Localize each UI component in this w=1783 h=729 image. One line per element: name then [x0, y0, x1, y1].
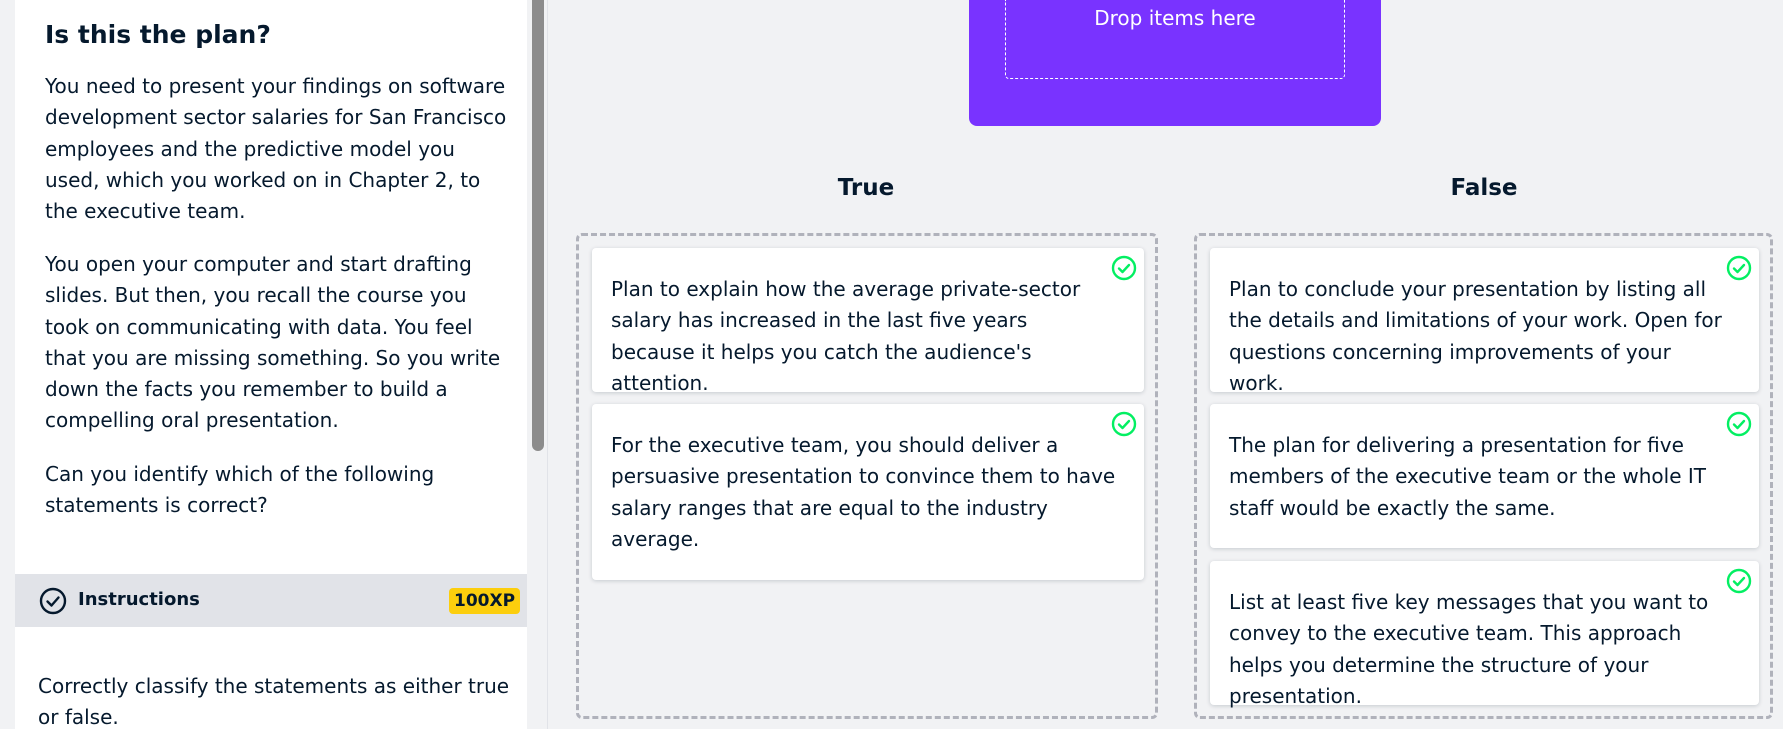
- instructions-header[interactable]: Instructions 100XP: [15, 574, 527, 627]
- drop-zone-label: Drop items here: [1094, 6, 1256, 30]
- exercise-paragraph: You open your computer and start draftin…: [45, 252, 501, 433]
- correct-check-icon: [1111, 411, 1137, 437]
- true-drop-column[interactable]: Plan to explain how the average private-…: [576, 233, 1158, 719]
- statement-text: For the executive team, you should deliv…: [611, 433, 1116, 551]
- exercise-paragraph: You need to present your findings on sof…: [45, 74, 507, 224]
- drop-target[interactable]: Drop items here: [1005, 0, 1345, 79]
- xp-badge: 100XP: [449, 588, 521, 614]
- statement-text: List at least five key messages that you…: [1229, 590, 1709, 708]
- exercise-content: Is this the plan? You need to present yo…: [15, 0, 527, 729]
- check-circle-icon: [39, 587, 67, 615]
- correct-check-icon: [1726, 411, 1752, 437]
- exercise-title: Is this the plan?: [45, 20, 271, 49]
- instructions-text: Correctly classify the statements as eit…: [38, 674, 510, 729]
- drop-zone[interactable]: Drop items here: [969, 0, 1381, 126]
- statement-card[interactable]: The plan for delivering a presentation f…: [1210, 404, 1759, 548]
- correct-check-icon: [1726, 255, 1752, 281]
- false-drop-column[interactable]: Plan to conclude your presentation by li…: [1194, 233, 1773, 719]
- statement-card[interactable]: For the executive team, you should deliv…: [592, 404, 1144, 580]
- statement-text: The plan for delivering a presentation f…: [1229, 433, 1706, 520]
- exercise-panel: Is this the plan? You need to present yo…: [0, 0, 548, 729]
- statement-card[interactable]: Plan to explain how the average private-…: [592, 248, 1144, 395]
- true-column-heading: True: [837, 175, 895, 201]
- correct-check-icon: [1111, 255, 1137, 281]
- statement-card[interactable]: List at least five key messages that you…: [1210, 561, 1759, 708]
- instructions-label: Instructions: [78, 589, 200, 610]
- exercise-paragraph: Can you identify which of the following …: [45, 462, 435, 518]
- false-column-heading: False: [1450, 175, 1518, 201]
- statement-text: Plan to explain how the average private-…: [611, 277, 1081, 395]
- statement-card[interactable]: Plan to conclude your presentation by li…: [1210, 248, 1759, 395]
- correct-check-icon: [1726, 568, 1752, 594]
- scrollbar[interactable]: [532, 0, 544, 451]
- statement-text: Plan to conclude your presentation by li…: [1229, 277, 1722, 395]
